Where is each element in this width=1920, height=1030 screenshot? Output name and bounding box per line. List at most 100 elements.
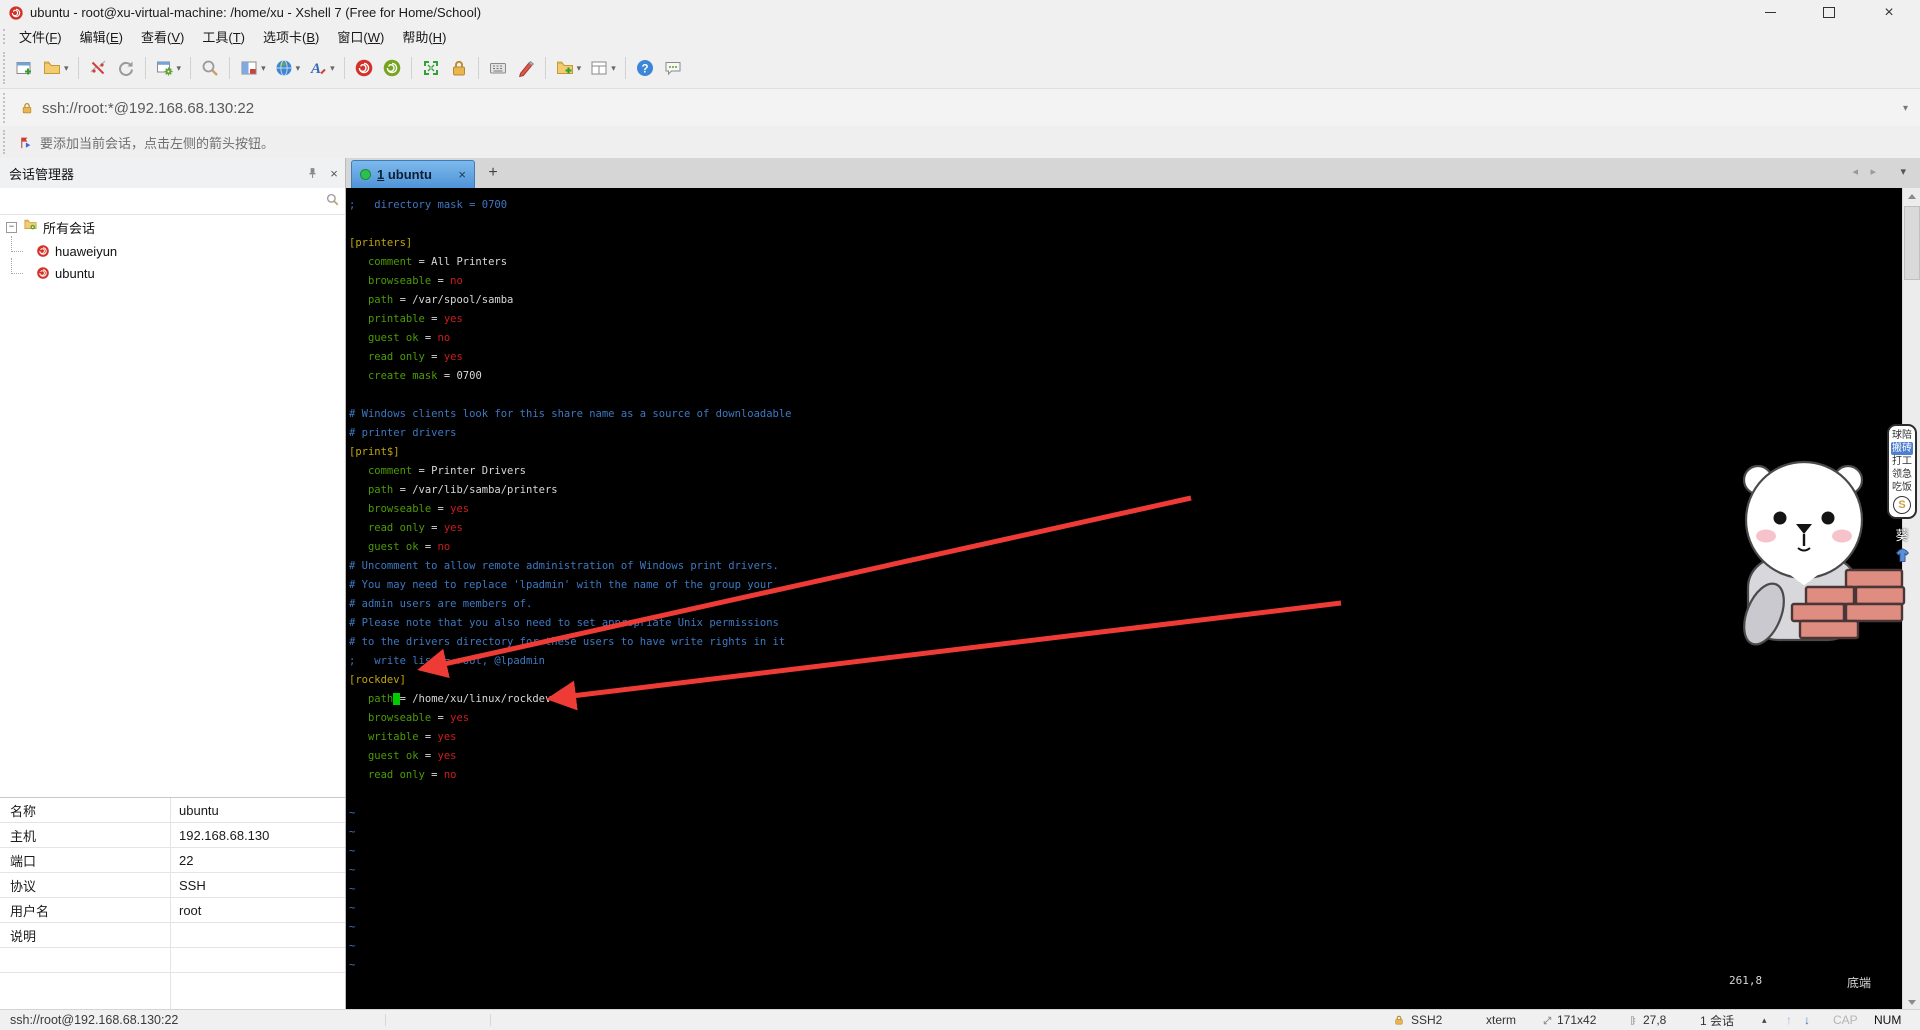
session-properties-button[interactable]: ▾ <box>152 54 185 82</box>
session-item-huaweiyun[interactable]: huaweiyun <box>24 240 117 262</box>
xftp-button[interactable] <box>379 54 405 82</box>
terminal-line: guest ok = no <box>349 329 792 348</box>
session-item-ubuntu[interactable]: ubuntu <box>24 262 117 284</box>
new-session-button[interactable] <box>11 54 37 82</box>
sticker-signature: 葵 <box>1887 525 1917 544</box>
tree-root-all-sessions[interactable]: − 所有会话 <box>6 218 95 236</box>
tab-close-icon[interactable]: × <box>450 167 474 182</box>
property-label: 主机 <box>0 826 170 845</box>
status-protocol[interactable]: SSH2 <box>1411 1010 1442 1030</box>
tree-expander-icon[interactable]: − <box>6 222 17 233</box>
sticker-caption-row: 搬砖 <box>1891 442 1913 455</box>
toolbar-separator <box>411 57 412 79</box>
compose-icon <box>239 58 259 78</box>
session-item-label[interactable]: ubuntu <box>55 266 95 281</box>
property-value[interactable]: 192.168.68.130 <box>170 823 345 847</box>
session-item-label[interactable]: huaweiyun <box>55 244 117 259</box>
lock-button[interactable] <box>446 54 472 82</box>
terminal-screen[interactable]: ; directory mask = 0700 [printers] comme… <box>346 188 1920 1010</box>
status-terminal-type[interactable]: xterm <box>1486 1010 1516 1030</box>
dropdown-arrow-icon[interactable]: ▾ <box>330 63 335 74</box>
property-value[interactable]: ubuntu <box>170 798 345 822</box>
chat-button[interactable] <box>660 54 686 82</box>
reconnect-icon <box>116 58 136 78</box>
fullscreen-button[interactable] <box>418 54 444 82</box>
status-session-count[interactable]: 1 会话 <box>1700 1010 1734 1030</box>
menu-item[interactable]: 工具(T) <box>193 24 254 49</box>
menu-item[interactable]: 文件(F) <box>10 24 71 49</box>
svg-text:?: ? <box>641 64 648 76</box>
address-value[interactable]: ssh://root:*@192.168.68.130:22 <box>42 100 254 117</box>
dropdown-arrow-icon[interactable]: ▾ <box>296 63 301 74</box>
terminal-line: guest ok = yes <box>349 747 792 766</box>
reconnect-button[interactable] <box>113 54 139 82</box>
terminal-line: guest ok = no <box>349 538 792 557</box>
property-value[interactable]: SSH <box>170 873 345 897</box>
svg-text:A: A <box>310 61 321 77</box>
dropdown-arrow-icon[interactable]: ▾ <box>64 63 69 74</box>
scroll-bottom-icon[interactable]: ↓ <box>1804 1010 1810 1030</box>
terminal-line: browseable = yes <box>349 709 792 728</box>
dropdown-arrow-icon[interactable]: ▾ <box>177 63 182 74</box>
pin-icon[interactable] <box>301 166 323 180</box>
dropdown-arrow-icon[interactable]: ▾ <box>577 63 582 74</box>
xshell-button[interactable] <box>351 54 377 82</box>
dropdown-arrow-icon[interactable]: ▾ <box>611 63 616 74</box>
folder-plus-button[interactable]: ▾ <box>552 54 585 82</box>
address-bar[interactable]: ssh://root:*@192.168.68.130:22 ▾ <box>0 88 1920 128</box>
new-tab-button[interactable]: + <box>482 161 504 185</box>
tab-list-icon[interactable]: ▾ <box>1900 165 1906 178</box>
menu-item[interactable]: 查看(V) <box>132 24 193 49</box>
tree-root-label[interactable]: 所有会话 <box>43 218 95 237</box>
menu-item[interactable]: 编辑(E) <box>71 24 132 49</box>
find-button[interactable] <box>197 54 223 82</box>
scrollbar-thumb[interactable] <box>1904 206 1920 280</box>
layout-icon <box>589 58 609 78</box>
terminal-line: ~ <box>349 956 792 975</box>
tab-ubuntu[interactable]: 1 ubuntu × <box>351 160 475 188</box>
session-popup-icon[interactable]: ▴ <box>1762 1010 1767 1030</box>
address-dropdown-icon[interactable]: ▾ <box>1903 103 1908 114</box>
terminal-line: ~ <box>349 880 792 899</box>
pen-button[interactable] <box>513 54 539 82</box>
open-folder-icon <box>42 58 62 78</box>
menu-item[interactable]: 窗口(W) <box>328 24 393 49</box>
close-button[interactable]: × <box>1867 0 1911 25</box>
compose-button[interactable]: ▾ <box>236 54 269 82</box>
web-button[interactable]: ▾ <box>271 54 304 82</box>
tab-scroll-left-icon[interactable]: ◂ <box>1852 165 1858 178</box>
tab-scroll-right-icon[interactable]: ▸ <box>1870 165 1876 178</box>
status-terminal-size[interactable]: 171x42 <box>1557 1010 1596 1030</box>
property-label: 说明 <box>0 926 170 945</box>
scroll-up-icon[interactable] <box>1903 188 1920 204</box>
notice-grip <box>3 130 8 154</box>
session-tree: − 所有会话 huaweiyun ubuntu <box>0 214 345 798</box>
search-icon[interactable] <box>325 192 340 212</box>
status-cursor-position[interactable]: 27,8 <box>1643 1010 1666 1030</box>
property-label: 端口 <box>0 851 170 870</box>
property-value[interactable] <box>170 948 345 972</box>
session-search-input[interactable] <box>4 190 319 212</box>
menu-item[interactable]: 选项卡(B) <box>254 24 328 49</box>
keyboard-button[interactable] <box>485 54 511 82</box>
properties-divider <box>170 798 171 1010</box>
disconnect-button[interactable] <box>85 54 111 82</box>
dropdown-arrow-icon[interactable]: ▾ <box>261 63 266 74</box>
scroll-top-icon[interactable]: ↑ <box>1786 1010 1792 1030</box>
font-button[interactable]: A▾ <box>305 54 338 82</box>
status-separator <box>490 1014 491 1026</box>
tree-guide-line <box>11 258 12 274</box>
help-button[interactable]: ? <box>632 54 658 82</box>
layout-button[interactable]: ▾ <box>586 54 619 82</box>
scroll-down-icon[interactable] <box>1903 994 1920 1010</box>
minimize-button[interactable] <box>1748 0 1792 25</box>
property-value[interactable] <box>170 923 345 947</box>
maximize-button[interactable] <box>1807 0 1851 25</box>
property-value[interactable]: 22 <box>170 848 345 872</box>
property-value[interactable]: root <box>170 898 345 922</box>
menu-item[interactable]: 帮助(H) <box>393 24 455 49</box>
terminal-line: path = /var/spool/samba <box>349 291 792 310</box>
open-folder-button[interactable]: ▾ <box>39 54 72 82</box>
panel-close-icon[interactable]: × <box>323 166 345 181</box>
flag-icon[interactable] <box>18 135 33 150</box>
